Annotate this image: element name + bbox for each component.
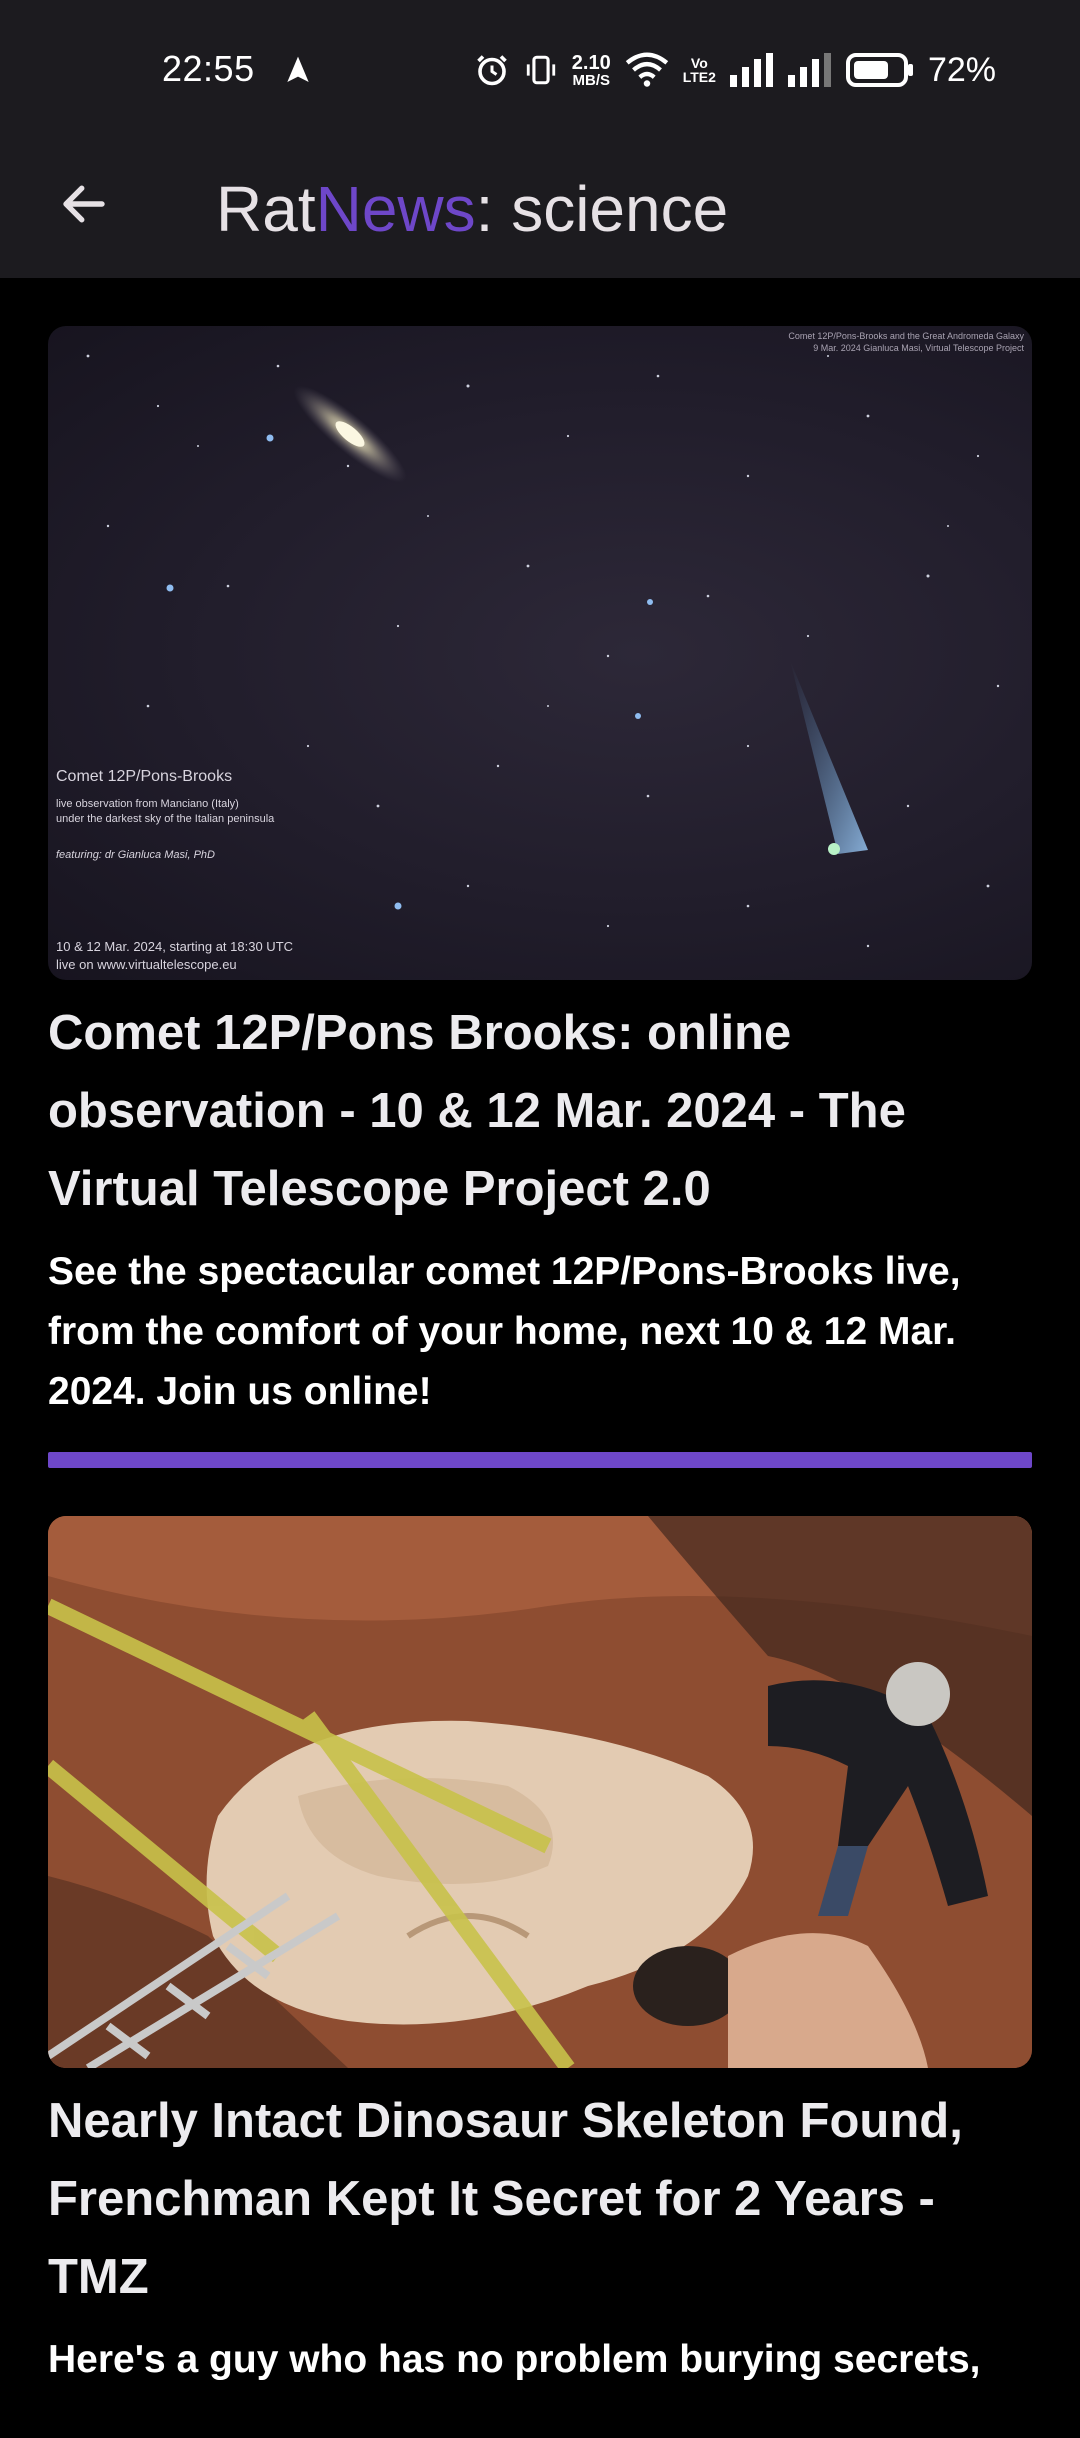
signal-icon-2 <box>787 53 831 87</box>
article-image[interactable] <box>48 1516 1032 2068</box>
article-feed: Comet 12P/Pons-Brooks and the Great Andr… <box>48 326 1032 2438</box>
article-title[interactable]: Comet 12P/Pons Brooks: online observatio… <box>48 994 1032 1228</box>
article-description: Here's a guy who has no problem burying … <box>48 2338 981 2381</box>
battery-icon <box>845 53 913 87</box>
title-news: News <box>315 173 476 245</box>
comet <box>790 660 868 855</box>
arrow-left-icon <box>63 185 105 223</box>
net-speed: 2.10 MB/S <box>572 53 611 88</box>
volte-bottom: LTE2 <box>682 69 716 85</box>
article-card[interactable]: Comet 12P/Pons-Brooks and the Great Andr… <box>48 326 1032 1468</box>
navigation-icon <box>287 56 309 82</box>
vibrate-icon <box>526 55 555 85</box>
image-top-credit: Comet 12P/Pons-Brooks and the Great Andr… <box>788 330 1024 354</box>
status-icons: 2.10 MB/S Vo LTE2 72% <box>474 50 996 90</box>
app-title: RatNews: science <box>216 150 728 268</box>
article-image[interactable]: Comet 12P/Pons-Brooks and the Great Andr… <box>48 326 1032 980</box>
net-speed-unit: MB/S <box>572 71 611 89</box>
back-button[interactable] <box>52 172 116 236</box>
article-card[interactable]: Nearly Intact Dinosaur Skeleton Found, F… <box>48 1516 1032 2390</box>
article-title[interactable]: Nearly Intact Dinosaur Skeleton Found, F… <box>48 2082 1032 2316</box>
image-overlay-date: 10 & 12 Mar. 2024, starting at 18:30 UTC… <box>56 938 293 974</box>
title-section: : science <box>475 173 729 245</box>
overlay-heading: Comet 12P/Pons-Brooks <box>56 768 233 785</box>
overlay-url-line: live on www.virtualtelescope.eu <box>56 957 237 972</box>
volte-top: Vo <box>690 55 708 71</box>
overlay-featuring: featuring: dr Gianluca Masi, PhD <box>56 849 215 861</box>
status-time: 22:55 <box>162 48 255 89</box>
wifi-icon <box>625 52 668 87</box>
title-rat: Rat <box>216 173 316 245</box>
overlay-line-2: under the darkest sky of the Italian pen… <box>56 813 275 825</box>
andromeda-galaxy <box>293 385 407 483</box>
overlay-date-line: 10 & 12 Mar. 2024, starting at 18:30 UTC <box>56 939 294 954</box>
image-overlay-text: Comet 12P/Pons-Brooks live observation f… <box>56 766 274 862</box>
dinosaur-photo <box>48 1516 1032 2068</box>
alarm-icon <box>477 55 507 86</box>
article-divider <box>48 1452 1032 1468</box>
moon-icon <box>975 179 1000 229</box>
app-bar: RatNews: science <box>0 140 1080 278</box>
article-description: See the spectacular comet 12P/Pons-Brook… <box>48 1250 961 1413</box>
credit-line-2: 9 Mar. 2024 Gianluca Masi, Virtual Teles… <box>813 343 1024 353</box>
net-speed-value: 2.10 <box>571 51 611 74</box>
signal-icon <box>729 53 773 87</box>
battery-percent: 72% <box>927 50 996 89</box>
theme-toggle-button[interactable] <box>954 166 1030 242</box>
credit-line-1: Comet 12P/Pons-Brooks and the Great Andr… <box>788 331 1024 341</box>
status-bar: 22:55 2.10 MB/S Vo LTE2 72% <box>0 0 1080 140</box>
volte-indicator: Vo LTE2 <box>683 56 716 84</box>
comet-photo <box>86 354 1000 948</box>
overlay-line-1: live observation from Manciano (Italy) <box>56 798 239 810</box>
